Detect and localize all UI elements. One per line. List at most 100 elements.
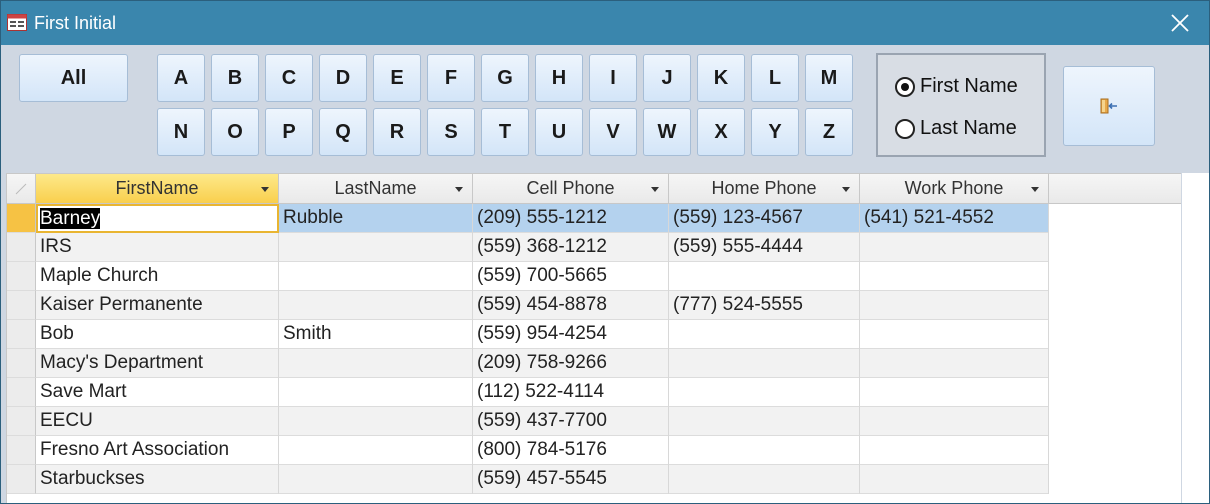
- record-selector[interactable]: [7, 349, 36, 378]
- title-bar[interactable]: First Initial: [1, 1, 1209, 45]
- column-header-home-phone[interactable]: Home Phone: [669, 174, 860, 203]
- column-header-firstname[interactable]: FirstName: [36, 174, 279, 203]
- letter-button-w[interactable]: W: [643, 108, 691, 156]
- letter-button-d[interactable]: D: [319, 54, 367, 102]
- cell-firstname[interactable]: Save Mart: [36, 378, 279, 407]
- cell-home-phone[interactable]: [669, 262, 860, 291]
- cell-home-phone[interactable]: (559) 555-4444: [669, 233, 860, 262]
- letter-button-k[interactable]: K: [697, 54, 745, 102]
- record-selector[interactable]: [7, 320, 36, 349]
- letter-button-q[interactable]: Q: [319, 108, 367, 156]
- radio-first-name[interactable]: First Name: [895, 75, 1018, 98]
- cell-home-phone[interactable]: [669, 407, 860, 436]
- record-selector[interactable]: [7, 291, 36, 320]
- letter-button-n[interactable]: N: [157, 108, 205, 156]
- letter-button-h[interactable]: H: [535, 54, 583, 102]
- letter-button-e[interactable]: E: [373, 54, 421, 102]
- cell-work-phone[interactable]: [860, 465, 1049, 494]
- cell-lastname[interactable]: [279, 407, 473, 436]
- cell-firstname[interactable]: Barney: [36, 204, 279, 233]
- close-button[interactable]: [1151, 1, 1209, 45]
- letter-button-s[interactable]: S: [427, 108, 475, 156]
- cell-work-phone[interactable]: [860, 436, 1049, 465]
- table-row[interactable]: IRS (559) 368-1212 (559) 555-4444: [7, 233, 1049, 262]
- letter-button-u[interactable]: U: [535, 108, 583, 156]
- cell-cell-phone[interactable]: (209) 555-1212: [473, 204, 669, 233]
- radio-last-name[interactable]: Last Name: [895, 117, 1017, 140]
- letter-button-x[interactable]: X: [697, 108, 745, 156]
- cell-cell-phone[interactable]: (112) 522-4114: [473, 378, 669, 407]
- table-row[interactable]: Maple Church (559) 700-5665: [7, 262, 1049, 291]
- cell-cell-phone[interactable]: (559) 954-4254: [473, 320, 669, 349]
- cell-lastname[interactable]: [279, 233, 473, 262]
- cell-lastname[interactable]: [279, 378, 473, 407]
- cell-work-phone[interactable]: [860, 291, 1049, 320]
- letter-button-c[interactable]: C: [265, 54, 313, 102]
- cell-lastname[interactable]: Smith: [279, 320, 473, 349]
- cell-cell-phone[interactable]: (559) 437-7700: [473, 407, 669, 436]
- letter-button-l[interactable]: L: [751, 54, 799, 102]
- dropdown-arrow-icon[interactable]: [1031, 187, 1039, 192]
- cell-firstname[interactable]: Macy's Department: [36, 349, 279, 378]
- cell-cell-phone[interactable]: (559) 457-5545: [473, 465, 669, 494]
- cell-lastname[interactable]: [279, 465, 473, 494]
- cell-lastname[interactable]: [279, 262, 473, 291]
- cell-home-phone[interactable]: (777) 524-5555: [669, 291, 860, 320]
- column-header-lastname[interactable]: LastName: [279, 174, 473, 203]
- letter-button-r[interactable]: R: [373, 108, 421, 156]
- letter-button-t[interactable]: T: [481, 108, 529, 156]
- cell-firstname[interactable]: IRS: [36, 233, 279, 262]
- letter-button-b[interactable]: B: [211, 54, 259, 102]
- record-selector[interactable]: [7, 262, 36, 291]
- dropdown-arrow-icon[interactable]: [261, 187, 269, 192]
- letter-button-y[interactable]: Y: [751, 108, 799, 156]
- column-header-cell-phone[interactable]: Cell Phone: [473, 174, 669, 203]
- table-row[interactable]: Macy's Department (209) 758-9266: [7, 349, 1049, 378]
- letter-button-g[interactable]: G: [481, 54, 529, 102]
- cell-home-phone[interactable]: [669, 436, 860, 465]
- cell-work-phone[interactable]: [860, 262, 1049, 291]
- select-all-corner[interactable]: [7, 174, 36, 203]
- column-header-work-phone[interactable]: Work Phone: [860, 174, 1049, 203]
- letter-button-o[interactable]: O: [211, 108, 259, 156]
- cell-cell-phone[interactable]: (209) 758-9266: [473, 349, 669, 378]
- record-selector[interactable]: [7, 436, 36, 465]
- table-row[interactable]: EECU (559) 437-7700: [7, 407, 1049, 436]
- dropdown-arrow-icon[interactable]: [455, 187, 463, 192]
- vertical-scrollbar[interactable]: [1181, 173, 1209, 503]
- cell-firstname[interactable]: Fresno Art Association: [36, 436, 279, 465]
- cell-firstname[interactable]: EECU: [36, 407, 279, 436]
- exit-button[interactable]: [1063, 66, 1155, 146]
- letter-button-z[interactable]: Z: [805, 108, 853, 156]
- cell-home-phone[interactable]: [669, 465, 860, 494]
- radio-unselected-icon[interactable]: [895, 118, 915, 139]
- record-selector[interactable]: [7, 465, 36, 494]
- cell-work-phone[interactable]: [860, 349, 1049, 378]
- cell-work-phone[interactable]: [860, 378, 1049, 407]
- table-row[interactable]: Barney Rubble (209) 555-1212 (559) 123-4567…: [7, 204, 1049, 233]
- cell-firstname[interactable]: Maple Church: [36, 262, 279, 291]
- cell-lastname[interactable]: [279, 291, 473, 320]
- table-row[interactable]: Fresno Art Association (800) 784-5176: [7, 436, 1049, 465]
- table-row[interactable]: Starbuckses (559) 457-5545: [7, 465, 1049, 494]
- cell-cell-phone[interactable]: (559) 454-8878: [473, 291, 669, 320]
- cell-home-phone[interactable]: [669, 349, 860, 378]
- letter-button-i[interactable]: I: [589, 54, 637, 102]
- dropdown-arrow-icon[interactable]: [842, 187, 850, 192]
- record-selector[interactable]: [7, 378, 36, 407]
- cell-cell-phone[interactable]: (559) 700-5665: [473, 262, 669, 291]
- record-selector[interactable]: [7, 407, 36, 436]
- letter-button-m[interactable]: M: [805, 54, 853, 102]
- record-selector[interactable]: [7, 233, 36, 262]
- cell-lastname[interactable]: [279, 349, 473, 378]
- dropdown-arrow-icon[interactable]: [651, 187, 659, 192]
- cell-cell-phone[interactable]: (800) 784-5176: [473, 436, 669, 465]
- cell-home-phone[interactable]: [669, 378, 860, 407]
- letter-button-v[interactable]: V: [589, 108, 637, 156]
- cell-firstname[interactable]: Bob: [36, 320, 279, 349]
- letter-button-a[interactable]: A: [157, 54, 205, 102]
- table-row[interactable]: Save Mart (112) 522-4114: [7, 378, 1049, 407]
- radio-selected-icon[interactable]: [895, 76, 915, 97]
- cell-cell-phone[interactable]: (559) 368-1212: [473, 233, 669, 262]
- cell-lastname[interactable]: [279, 436, 473, 465]
